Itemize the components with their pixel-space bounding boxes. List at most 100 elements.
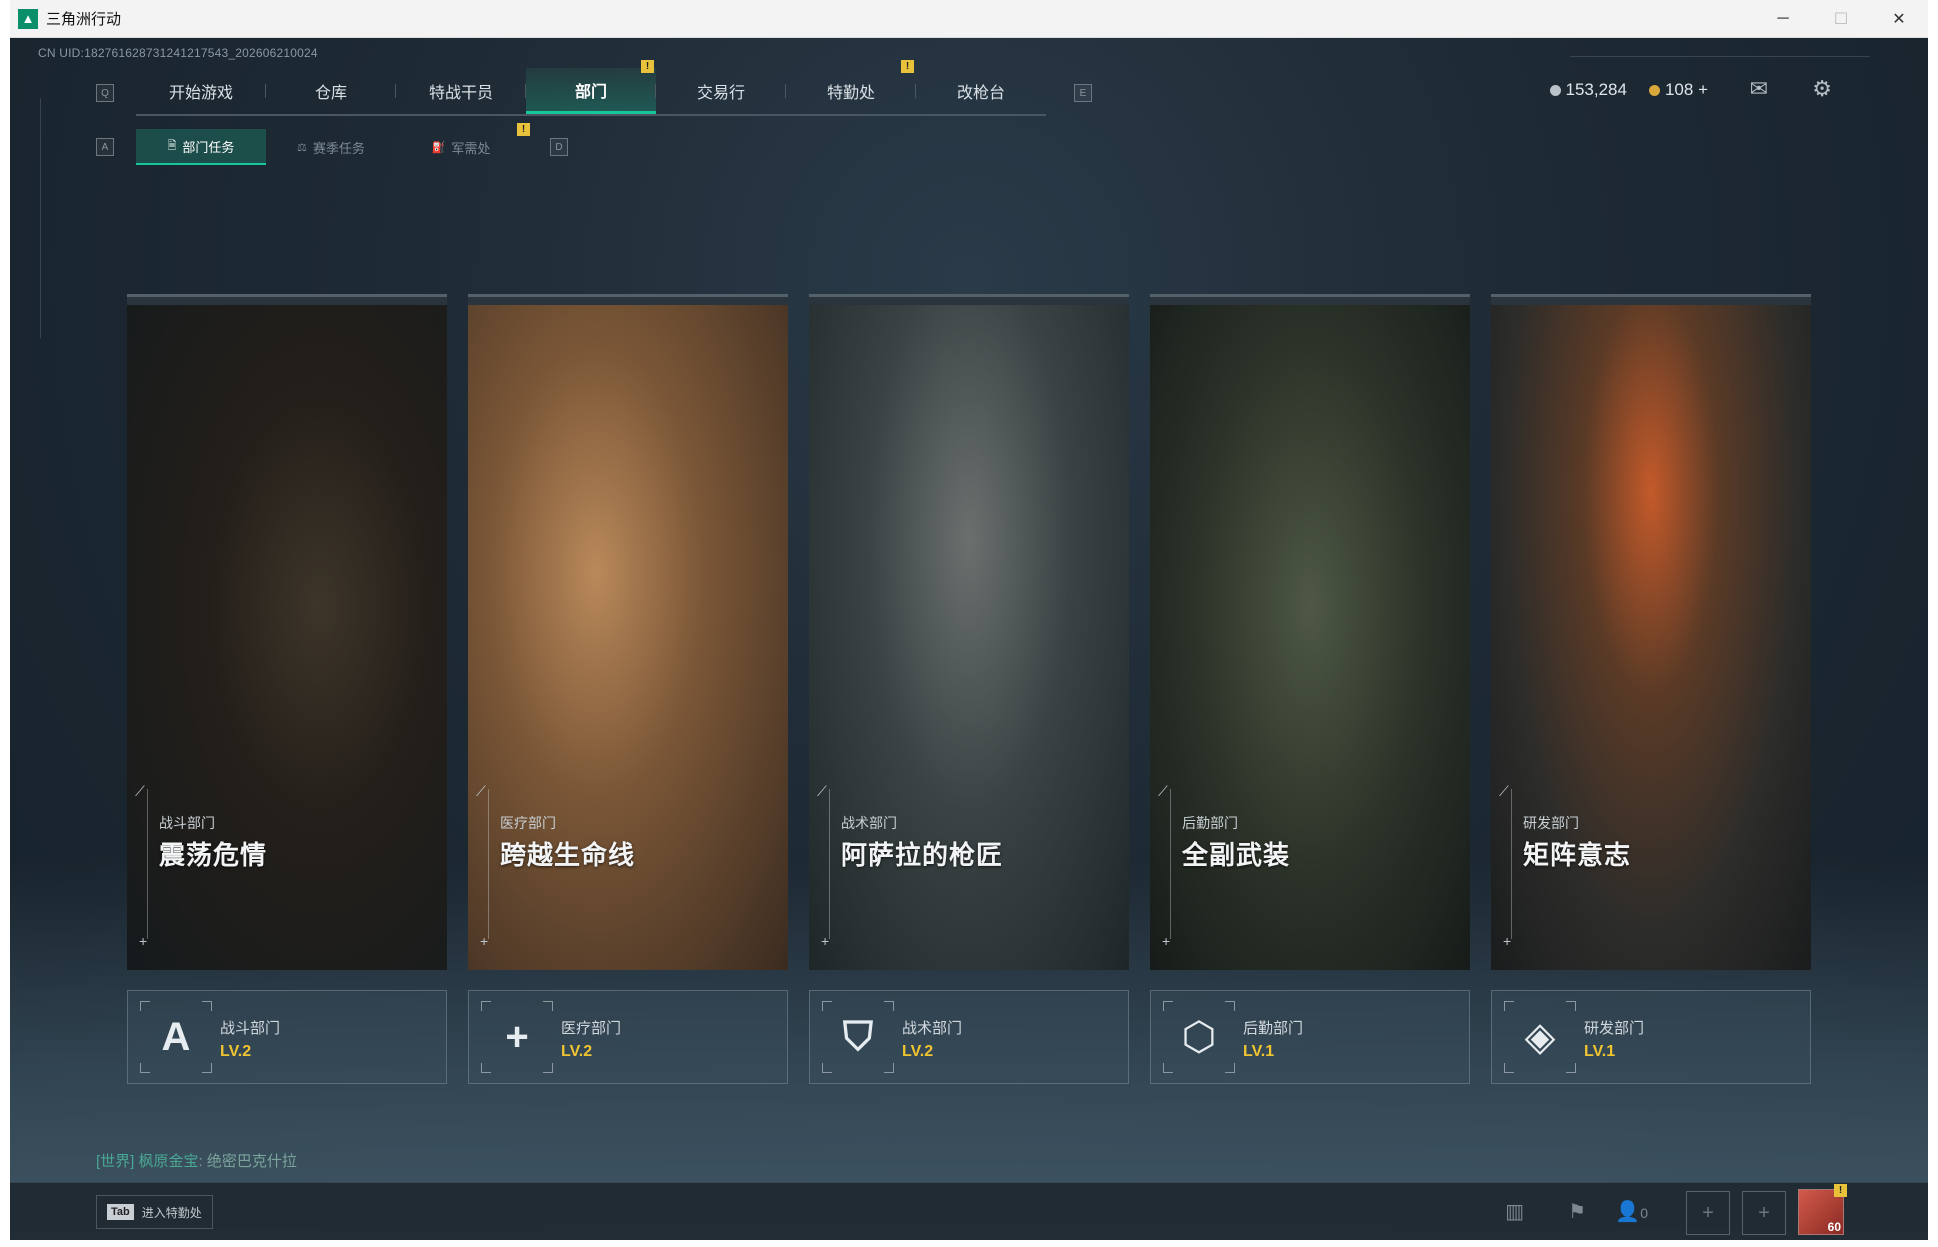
title-bar: ▲ 三角洲行动 ─ ☐ ✕ <box>10 0 1928 38</box>
sub-tab-2[interactable]: ⛽ 军需处! <box>396 123 530 165</box>
main-tab-3[interactable]: 部门! <box>526 60 656 114</box>
card-dept-label: 医疗部门 <box>500 815 556 831</box>
game-viewport: CN UID:182761628731241217543_20260621002… <box>10 38 1928 1240</box>
department-card[interactable]: ⟋ + 研发部门 矩阵意志 <box>1491 294 1811 970</box>
window-controls: ─ ☐ ✕ <box>1754 0 1928 38</box>
uid-label: CN UID:182761628731241217543_20260621002… <box>38 46 318 60</box>
alert-badge: ! <box>517 123 530 136</box>
world-chat-line[interactable]: [世界] 枫原金宝: 绝密巴克什拉 <box>96 1150 297 1171</box>
app-logo-icon: ▲ <box>18 8 38 29</box>
department-card[interactable]: ⟋ + 后勤部门 全副武装 <box>1150 294 1470 970</box>
main-tab-5[interactable]: 特勤处! <box>786 60 916 114</box>
key-hint-d: D <box>550 138 568 156</box>
card-dept-label: 研发部门 <box>1523 815 1579 831</box>
sub-tab-1[interactable]: ⚖ 赛季任务 <box>266 129 396 165</box>
department-level-panel[interactable]: ◈ 研发部门 LV.1 <box>1491 990 1811 1084</box>
gold-coin-icon <box>1648 85 1660 97</box>
deco-line <box>1570 56 1870 57</box>
expand-corner-icon: ⟋ <box>476 783 486 799</box>
card-frame-line <box>1170 789 1171 939</box>
supply-icon: ⛽ <box>431 141 446 154</box>
dept-level: LV.2 <box>220 1043 252 1060</box>
department-card[interactable]: ⟋ + 战斗部门 震荡危情 <box>127 294 447 970</box>
game-window: ▲ 三角洲行动 ─ ☐ ✕ CN UID:1827616287312412175… <box>10 0 1928 1240</box>
research-dept-icon: ◈ <box>1504 1001 1576 1073</box>
avatar-alert-badge: ! <box>1834 1184 1847 1197</box>
mail-icon[interactable]: ✉ <box>1750 76 1768 102</box>
main-tabs: 开始游戏 仓库 特战干员 部门! 交易行 特勤处! 改枪台 <box>136 60 1046 116</box>
flag-icon[interactable]: ⚑ <box>1568 1199 1586 1224</box>
main-tab-2[interactable]: 特战干员 <box>396 68 526 114</box>
add-currency-button[interactable]: + <box>1698 80 1708 99</box>
card-title: 阿萨拉的枪匠 <box>841 840 1004 870</box>
season-icon: ⚖ <box>297 141 307 154</box>
department-card[interactable]: ⟋ + 医疗部门跨越生命线 <box>468 294 788 970</box>
card-title: 震荡危情 <box>159 840 268 870</box>
card-title: 跨越生命线 <box>500 840 636 870</box>
party-slot-2[interactable]: + <box>1742 1191 1786 1235</box>
tab-key-icon: Tab <box>107 1204 134 1220</box>
main-tab-label: 改枪台 <box>956 85 1005 102</box>
main-tab-label: 特勤处 <box>826 85 875 102</box>
stats-chart-icon[interactable]: ▥ <box>1505 1199 1524 1224</box>
card-frame-line <box>829 789 830 939</box>
logistics-dept-icon: ⬡ <box>1163 1001 1235 1073</box>
plus-mark-icon: + <box>821 933 830 949</box>
gear-icon[interactable]: ⚙ <box>1812 76 1832 102</box>
friends-icon[interactable]: 👤0 <box>1615 1199 1648 1224</box>
department-level-panel[interactable]: ⛉ 战术部门 LV.2 <box>809 990 1129 1084</box>
card-header-strip <box>468 297 788 305</box>
main-tab-4[interactable]: 交易行 <box>656 68 786 114</box>
maximize-button[interactable]: ☐ <box>1812 0 1870 38</box>
chat-user: 枫原金宝 <box>138 1153 199 1170</box>
panel-dept-label: 医疗部门 <box>561 1020 622 1037</box>
main-tab-label: 开始游戏 <box>168 85 233 102</box>
sub-tab-label: 赛季任务 <box>312 140 365 156</box>
chat-message: 绝密巴克什拉 <box>206 1153 297 1170</box>
sub-tab-label: 部门任务 <box>182 139 235 155</box>
card-title: 矩阵意志 <box>1523 840 1632 870</box>
card-dept-label: 战术部门 <box>841 815 897 831</box>
plus-mark-icon: + <box>1503 933 1512 949</box>
main-tab-6[interactable]: 改枪台 <box>916 68 1046 114</box>
department-level-panel[interactable]: A 战斗部门 LV.2 <box>127 990 447 1084</box>
main-tab-0[interactable]: 开始游戏 <box>136 68 266 114</box>
sub-tab-0[interactable]: 🗎 部门任务 <box>136 129 266 165</box>
card-frame-line <box>147 789 148 939</box>
main-tab-label: 特战干员 <box>428 85 493 102</box>
key-hint-a: A <box>96 138 114 156</box>
panel-dept-label: 后勤部门 <box>1243 1020 1304 1037</box>
gold-amount: 108 <box>1664 80 1694 99</box>
dept-level: LV.1 <box>1243 1043 1275 1060</box>
main-tab-1[interactable]: 仓库 <box>266 68 396 114</box>
sub-tabs: 🗎 部门任务 ⚖ 赛季任务 ⛽ 军需处! <box>136 123 530 165</box>
card-header-strip <box>127 297 447 305</box>
main-tab-label: 部门 <box>574 83 607 101</box>
minimize-button[interactable]: ─ <box>1754 0 1812 38</box>
bottom-bar: Tab 进入特勤处 ▥ ⚑ 👤0 + + ! 60 <box>10 1182 1928 1240</box>
department-level-panel[interactable]: + 医疗部门 LV.2 <box>468 990 788 1084</box>
card-frame-line <box>488 789 489 939</box>
silver-coin-icon <box>1549 85 1561 97</box>
department-level-panel[interactable]: ⬡ 后勤部门 LV.1 <box>1150 990 1470 1084</box>
card-title: 全副武装 <box>1182 840 1291 870</box>
plus-mark-icon: + <box>480 933 489 949</box>
medical-dept-icon: + <box>481 1001 553 1073</box>
close-button[interactable]: ✕ <box>1870 0 1928 38</box>
task-list-icon: 🗎 <box>167 139 177 152</box>
player-avatar[interactable]: ! 60 <box>1798 1184 1847 1235</box>
enter-special-ops-button[interactable]: Tab 进入特勤处 <box>96 1195 213 1229</box>
enter-special-ops-label: 进入特勤处 <box>141 1205 202 1220</box>
party-slot-1[interactable]: + <box>1686 1191 1730 1235</box>
key-hint-q: Q <box>96 84 114 102</box>
dept-level: LV.2 <box>561 1043 593 1060</box>
panel-dept-label: 战术部门 <box>902 1020 963 1037</box>
tactical-dept-icon: ⛉ <box>822 1001 894 1073</box>
chat-channel: [世界] <box>96 1153 135 1170</box>
currency-bar: 153,284 108 + <box>1549 80 1708 100</box>
deco-line <box>40 98 41 338</box>
footer-strip <box>0 1240 1938 1247</box>
card-header-strip <box>1150 297 1470 305</box>
department-card[interactable]: ⟋ + 战术部门 阿萨拉的枪匠 <box>809 294 1129 970</box>
combat-dept-icon: A <box>140 1001 212 1073</box>
